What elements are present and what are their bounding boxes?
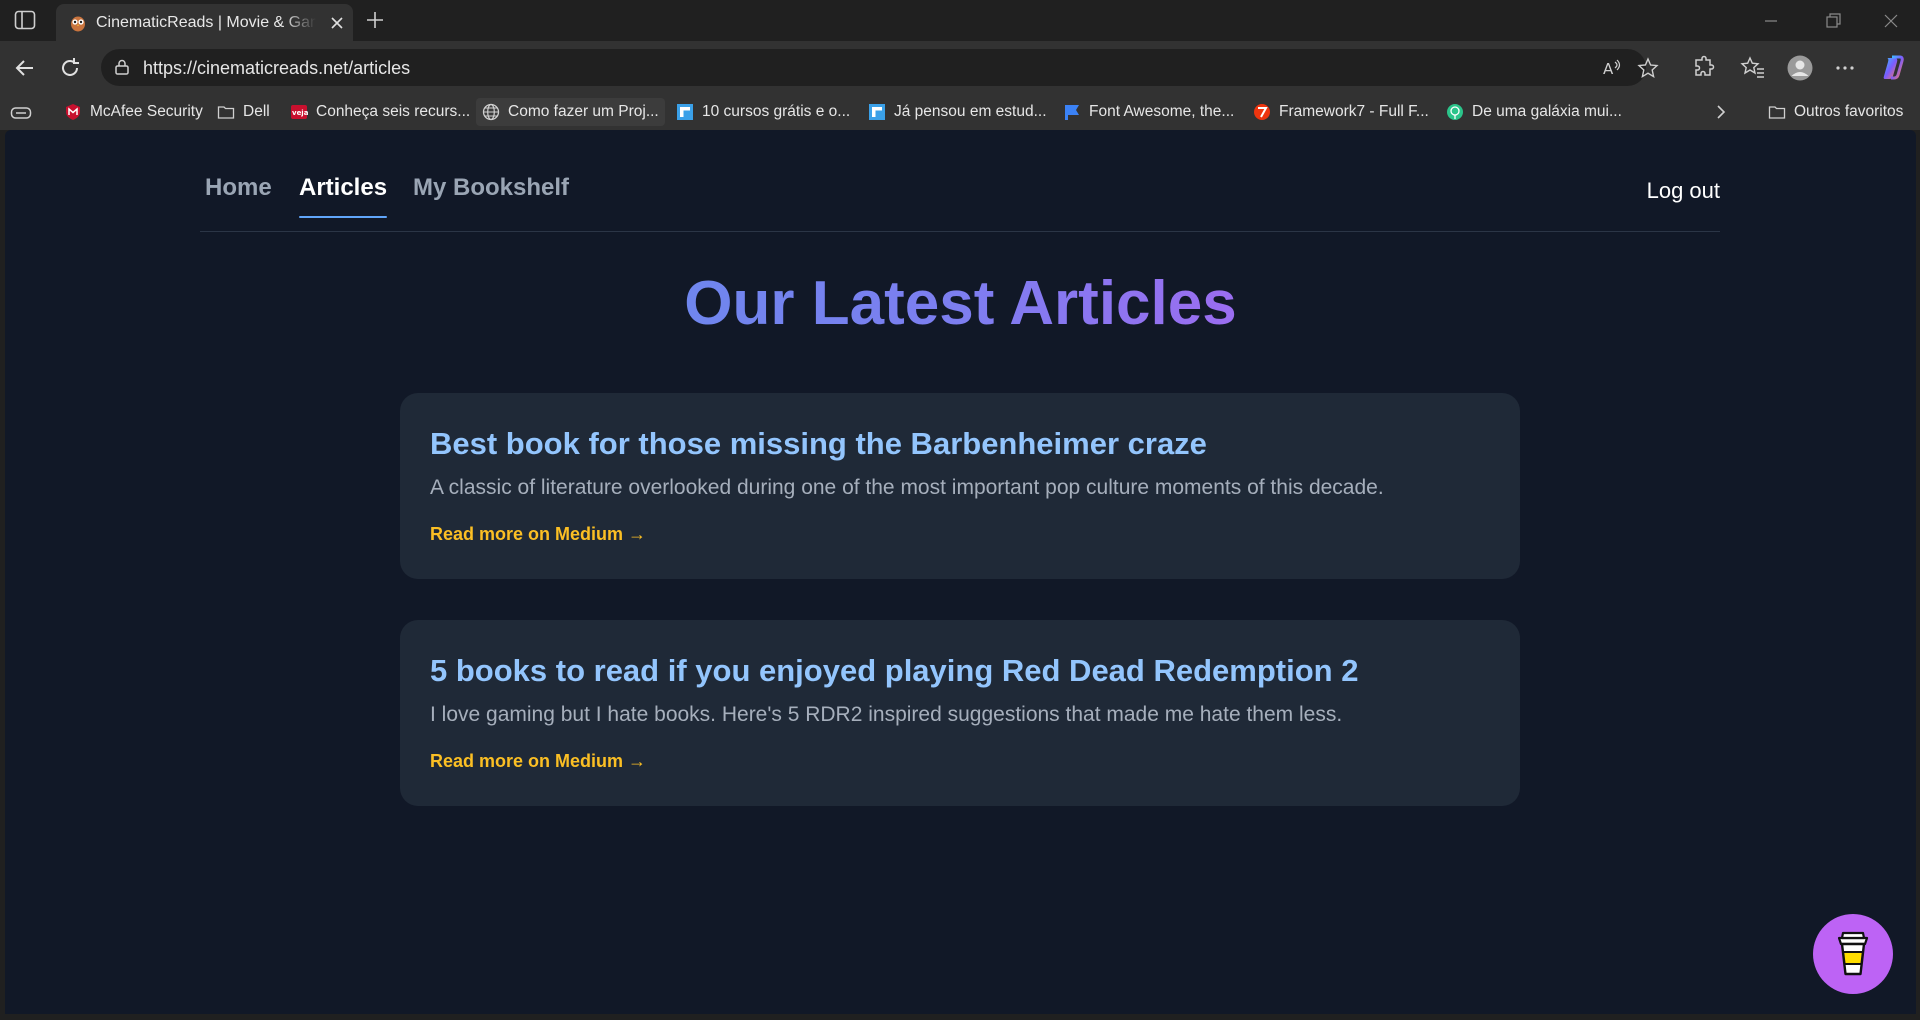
- article-description: I love gaming but I hate books. Here's 5…: [430, 703, 1343, 726]
- nav-link-articles[interactable]: Articles: [299, 174, 388, 218]
- coffee-cup-icon: [1837, 931, 1869, 976]
- article-card: Best book for those missing the Barbenhe…: [400, 393, 1520, 579]
- brain-icon: [1447, 104, 1463, 120]
- bookmark-projeto[interactable]: Como fazer um Proj...: [476, 98, 665, 126]
- address-bar[interactable]: https://cinematicreads.net/articles A: [101, 49, 1659, 86]
- profile-avatar-icon[interactable]: [1787, 55, 1813, 81]
- framework7-icon: [1254, 104, 1270, 120]
- tab-title: CinematicReads | Movie & Game-Inspired B…: [96, 14, 316, 31]
- active-nav-underline: [299, 216, 388, 218]
- flag-icon: [1065, 105, 1079, 120]
- read-aloud-icon[interactable]: A: [1601, 57, 1623, 79]
- logout-button[interactable]: Log out: [1647, 178, 1720, 204]
- buy-me-a-coffee-button[interactable]: [1813, 914, 1893, 994]
- bookmarks-bar: McAfee Security Dell veja Conheça seis r…: [0, 94, 1920, 130]
- bookmark-label: Dell: [243, 103, 270, 120]
- bookmark-framework7[interactable]: Framework7 - Full F...: [1247, 98, 1435, 126]
- bookmark-label: Conheça seis recurs...: [316, 103, 471, 120]
- bookmark-label: 10 cursos grátis e o...: [702, 103, 851, 120]
- bookmark-other-favorites[interactable]: Outros favoritos: [1762, 98, 1909, 126]
- browser-tab-bar: CinematicReads | Movie & Game-Inspired B…: [0, 0, 1920, 41]
- back-arrow-icon[interactable]: [12, 55, 38, 81]
- svg-text:A: A: [1603, 60, 1614, 78]
- folder-icon: [1768, 106, 1786, 119]
- bookmark-cursos[interactable]: 10 cursos grátis e o...: [670, 98, 856, 126]
- article-title: 5 books to read if you enjoyed playing R…: [430, 653, 1359, 688]
- close-window-icon[interactable]: [1880, 10, 1902, 32]
- page-title-text: Our Latest Articles: [684, 269, 1237, 338]
- bookmark-label: De uma galáxia mui...: [1472, 103, 1622, 120]
- more-options-icon[interactable]: [1832, 55, 1858, 81]
- veja-icon: veja: [291, 105, 308, 119]
- bookmark-label: Outros favoritos: [1794, 103, 1904, 120]
- svg-text:veja: veja: [292, 109, 308, 117]
- close-icon[interactable]: [328, 14, 346, 32]
- refresh-icon[interactable]: [57, 55, 83, 81]
- browser-toolbar: https://cinematicreads.net/articles A: [0, 41, 1920, 94]
- mcafee-icon: [66, 104, 80, 120]
- extensions-icon[interactable]: [1690, 55, 1716, 81]
- bookmark-label: McAfee Security: [90, 103, 203, 120]
- favorite-star-icon[interactable]: [1637, 57, 1659, 79]
- site-nav: Home Articles My Bookshelf Log out: [200, 130, 1720, 232]
- bookmark-estudar[interactable]: Já pensou em estud...: [862, 98, 1053, 126]
- bookmark-label: Já pensou em estud...: [894, 103, 1047, 120]
- chevron-right-icon[interactable]: [1712, 103, 1730, 121]
- bookmark-label: Como fazer um Proj...: [508, 103, 659, 120]
- site-info-icon[interactable]: [113, 58, 131, 76]
- article-description: A classic of literature overlooked durin…: [430, 476, 1384, 499]
- flipboard-icon: [677, 104, 693, 120]
- favorites-icon[interactable]: [1740, 55, 1766, 81]
- browser-tab-active[interactable]: CinematicReads | Movie & Game-Inspired B…: [56, 4, 353, 41]
- page-title: Our Latest Articles: [5, 268, 1916, 339]
- new-tab-icon[interactable]: [364, 9, 386, 31]
- nav-link-articles-label: Articles: [299, 174, 388, 201]
- folder-icon: [217, 106, 235, 119]
- article-card: 5 books to read if you enjoyed playing R…: [400, 620, 1520, 806]
- bookmark-veja[interactable]: veja Conheça seis recurs...: [284, 98, 476, 126]
- minimize-icon[interactable]: [1760, 10, 1782, 32]
- nav-link-bookshelf[interactable]: My Bookshelf: [413, 174, 569, 202]
- bookmark-mcafee[interactable]: McAfee Security: [58, 98, 209, 126]
- bookmark-galaxia[interactable]: De uma galáxia mui...: [1440, 98, 1628, 126]
- nav-link-home[interactable]: Home: [205, 174, 272, 202]
- page-viewport: Home Articles My Bookshelf Log out Our L…: [5, 130, 1916, 1014]
- restore-icon[interactable]: [1822, 10, 1844, 32]
- bookmark-fontawesome[interactable]: Font Awesome, the...: [1057, 98, 1240, 126]
- bookmark-label: Font Awesome, the...: [1089, 103, 1235, 120]
- tab-actions-icon[interactable]: [14, 10, 36, 30]
- read-more-link[interactable]: Read more on Medium →: [430, 524, 646, 545]
- globe-icon: [482, 103, 500, 121]
- read-more-link[interactable]: Read more on Medium →: [430, 751, 646, 772]
- bookmark-label: Framework7 - Full F...: [1279, 103, 1429, 120]
- flipboard-icon: [869, 104, 885, 120]
- copilot-icon[interactable]: [1880, 55, 1906, 81]
- owl-favicon-icon: [71, 16, 85, 32]
- url-text[interactable]: https://cinematicreads.net/articles: [143, 58, 410, 79]
- bookmark-dell[interactable]: Dell: [211, 98, 276, 126]
- collections-icon[interactable]: [10, 105, 32, 121]
- article-title: Best book for those missing the Barbenhe…: [430, 426, 1207, 461]
